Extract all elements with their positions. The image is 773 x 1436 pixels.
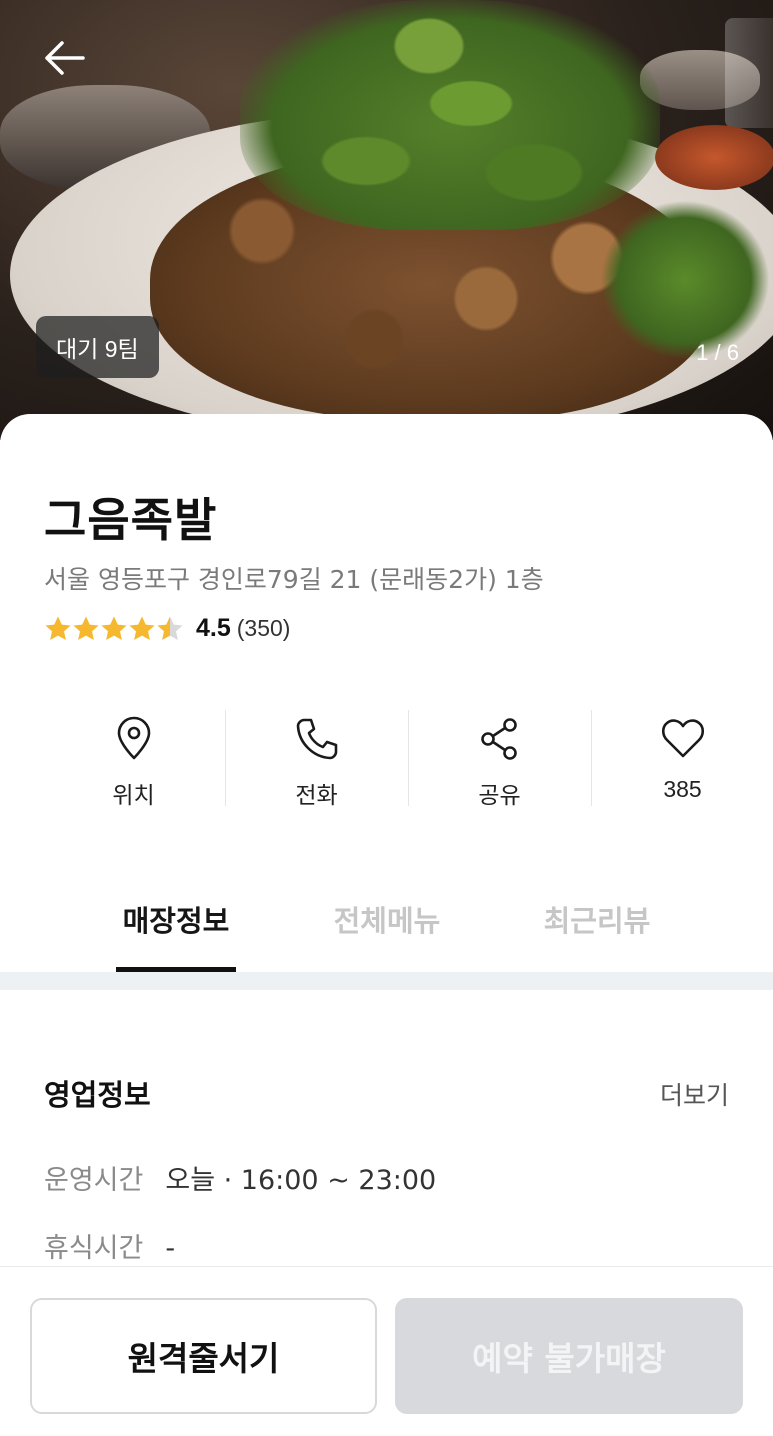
business-info-more-link[interactable]: 더보기 [660, 1076, 729, 1112]
remote-queue-button[interactable]: 원격줄서기 [30, 1298, 377, 1414]
rating-value: 4.5 [196, 613, 231, 642]
photo-green-peppers [240, 0, 660, 230]
reservation-unavailable-button[interactable]: 예약 불가매장 [395, 1298, 743, 1414]
break-time-row: 휴식시간 - [44, 1226, 175, 1265]
location-button[interactable]: 위치 [42, 704, 225, 812]
phone-icon [296, 718, 337, 760]
wait-count-badge: 대기 9팀 [36, 316, 159, 378]
map-pin-icon [117, 716, 150, 760]
rating-row: 4.5 (350) [44, 612, 290, 644]
bottom-action-bar: 원격줄서기 예약 불가매장 [0, 1266, 773, 1436]
call-button[interactable]: 전화 [225, 704, 408, 812]
arrow-left-icon [45, 41, 85, 75]
section-divider [0, 972, 773, 990]
rating-count: (350) [236, 614, 291, 641]
store-address: 서울 영등포구 경인로79길 21 (문래동2가) 1층 [44, 565, 544, 594]
photo-peppers-side [600, 200, 770, 360]
business-info-title: 영업정보 [44, 1078, 151, 1112]
store-photo-carousel[interactable]: 대기 9팀 1 / 6 [0, 0, 773, 440]
operating-hours-value: 오늘 · 16:00 ~ 23:00 [165, 1165, 437, 1196]
star-icon [73, 616, 99, 640]
share-label: 공유 [478, 783, 521, 809]
break-time-label: 휴식시간 [44, 1233, 144, 1264]
star-icon [45, 616, 71, 640]
share-button[interactable]: 공유 [408, 704, 591, 812]
rating-stars [44, 615, 184, 642]
star-icon [101, 616, 127, 640]
tab-store-info[interactable]: 매장정보 [116, 884, 236, 972]
tab-full-menu[interactable]: 전체메뉴 [326, 884, 448, 972]
location-label: 위치 [112, 783, 155, 809]
operating-hours-label: 운영시간 [44, 1165, 144, 1196]
action-bar: 위치 전화 공유 385 [42, 704, 773, 812]
share-icon [480, 718, 517, 760]
photo-counter: 1 / 6 [696, 340, 739, 365]
back-button[interactable] [38, 36, 90, 80]
tab-recent-reviews[interactable]: 최근리뷰 [536, 884, 658, 972]
store-name: 그음족발 [44, 493, 218, 547]
detail-tabs: 매장정보 전체메뉴 최근리뷰 [0, 884, 773, 972]
star-icon [157, 616, 183, 640]
call-label: 전화 [295, 783, 338, 809]
photo-background-glass [725, 18, 773, 128]
like-button[interactable]: 385 [591, 704, 773, 812]
operating-hours-row: 운영시간 오늘 · 16:00 ~ 23:00 [44, 1158, 436, 1197]
photo-side-dish [655, 125, 773, 190]
heart-icon [661, 719, 704, 758]
break-time-value: - [165, 1233, 176, 1264]
star-icon [129, 616, 155, 640]
like-count: 385 [663, 776, 702, 802]
